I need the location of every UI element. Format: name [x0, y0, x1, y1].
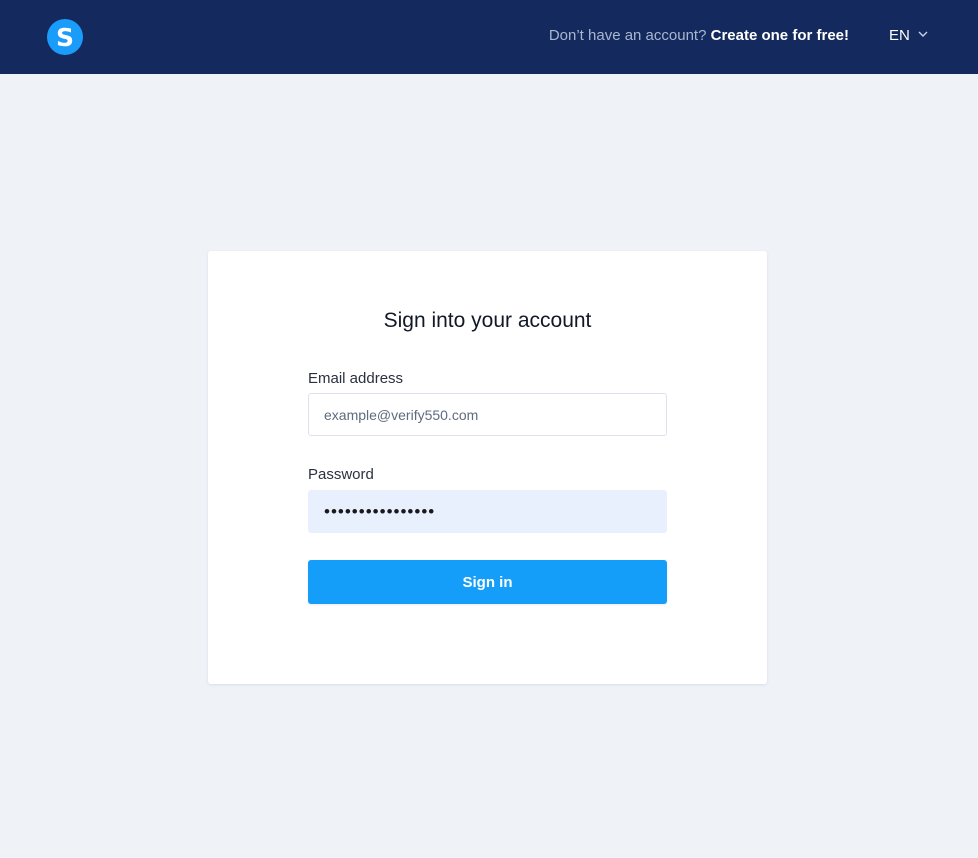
sign-in-card: Sign into your account Email address Pas… [208, 251, 767, 684]
password-field[interactable] [308, 490, 667, 533]
sign-in-button[interactable]: Sign in [308, 560, 667, 604]
language-label: EN [889, 27, 910, 44]
language-selector[interactable]: EN [889, 27, 928, 44]
create-account-link[interactable]: Create one for free! [711, 27, 849, 44]
top-nav-bar: S Don’t have an account? Create one for … [0, 0, 978, 74]
page-title: Sign into your account [383, 309, 592, 332]
email-label: Email address [308, 370, 404, 387]
signup-prompt: Don’t have an account? Create one for fr… [549, 27, 849, 44]
chevron-down-icon [918, 29, 928, 41]
password-label: Password [308, 466, 374, 483]
signup-prompt-text: Don’t have an account? [548, 27, 707, 44]
email-field[interactable] [308, 393, 667, 436]
logo-icon[interactable]: S [47, 19, 83, 55]
